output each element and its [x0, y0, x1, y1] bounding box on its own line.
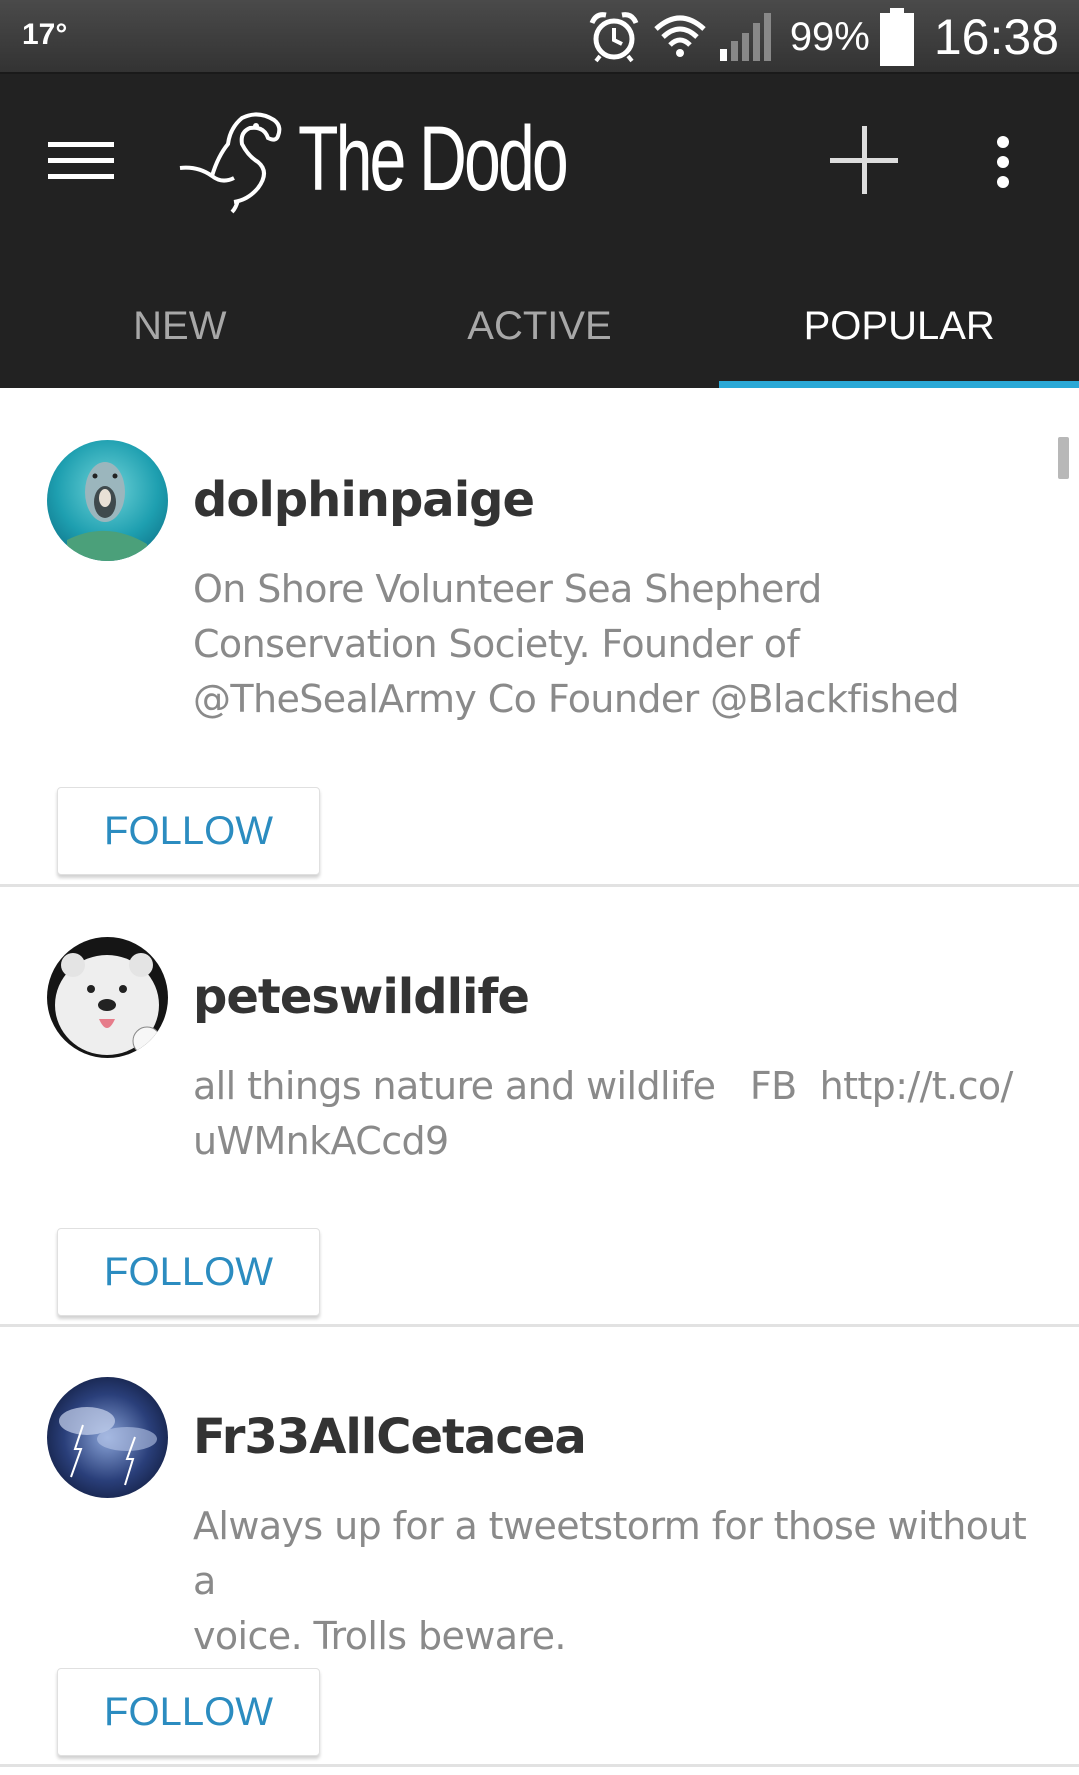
scrollbar-thumb[interactable] [1058, 437, 1069, 479]
add-icon[interactable] [826, 122, 902, 198]
status-temperature: 17° [22, 18, 68, 51]
status-icons: 99% 16:38 [586, 0, 1059, 74]
storm-avatar-image [47, 1377, 168, 1498]
list-item: peteswildlife all things nature and wild… [0, 887, 1079, 1327]
dolphin-avatar-image [47, 440, 168, 561]
clock: 16:38 [933, 9, 1059, 65]
avatar[interactable] [47, 937, 168, 1058]
app-bar: The Dodo NEW ACTIVE POPULAR [0, 74, 1079, 388]
menu-icon[interactable] [48, 138, 114, 184]
tab-active[interactable]: ACTIVE [360, 264, 720, 388]
dodo-logo-icon [179, 112, 282, 214]
username[interactable]: dolphinpaige [193, 472, 535, 528]
avatar[interactable] [47, 440, 168, 561]
user-bio: Always up for a tweetstorm for those wit… [193, 1504, 1027, 1658]
list-item: Fr33AllCetacea Always up for a tweetstor… [0, 1327, 1079, 1767]
user-bio: On Shore Volunteer Sea Shepherd Conserva… [193, 567, 960, 721]
polar-bear-avatar-image [47, 937, 168, 1058]
wifi-icon [654, 15, 706, 57]
alarm-icon [589, 12, 639, 63]
battery-percent: 99% [789, 14, 870, 59]
signal-icon [719, 13, 771, 61]
tab-bar: NEW ACTIVE POPULAR [0, 264, 1079, 388]
more-vert-icon[interactable] [986, 134, 1020, 190]
battery-icon [879, 8, 914, 66]
status-bar: 17° 99% 16:38 [0, 0, 1079, 74]
user-list: dolphinpaige On Shore Volunteer Sea Shep… [0, 390, 1079, 1767]
tab-new[interactable]: NEW [0, 264, 360, 388]
app-logo: The Dodo [178, 104, 670, 214]
follow-button[interactable]: FOLLOW [57, 787, 320, 875]
user-bio: all things nature and wildlife FB http:/… [193, 1064, 1013, 1163]
follow-button[interactable]: FOLLOW [57, 1668, 320, 1756]
avatar[interactable] [47, 1377, 168, 1498]
username[interactable]: Fr33AllCetacea [193, 1409, 587, 1465]
username[interactable]: peteswildlife [193, 969, 530, 1025]
follow-button[interactable]: FOLLOW [57, 1228, 320, 1316]
brand-title: The Dodo [298, 107, 569, 210]
list-item: dolphinpaige On Shore Volunteer Sea Shep… [0, 390, 1079, 887]
tab-popular[interactable]: POPULAR [719, 264, 1079, 388]
